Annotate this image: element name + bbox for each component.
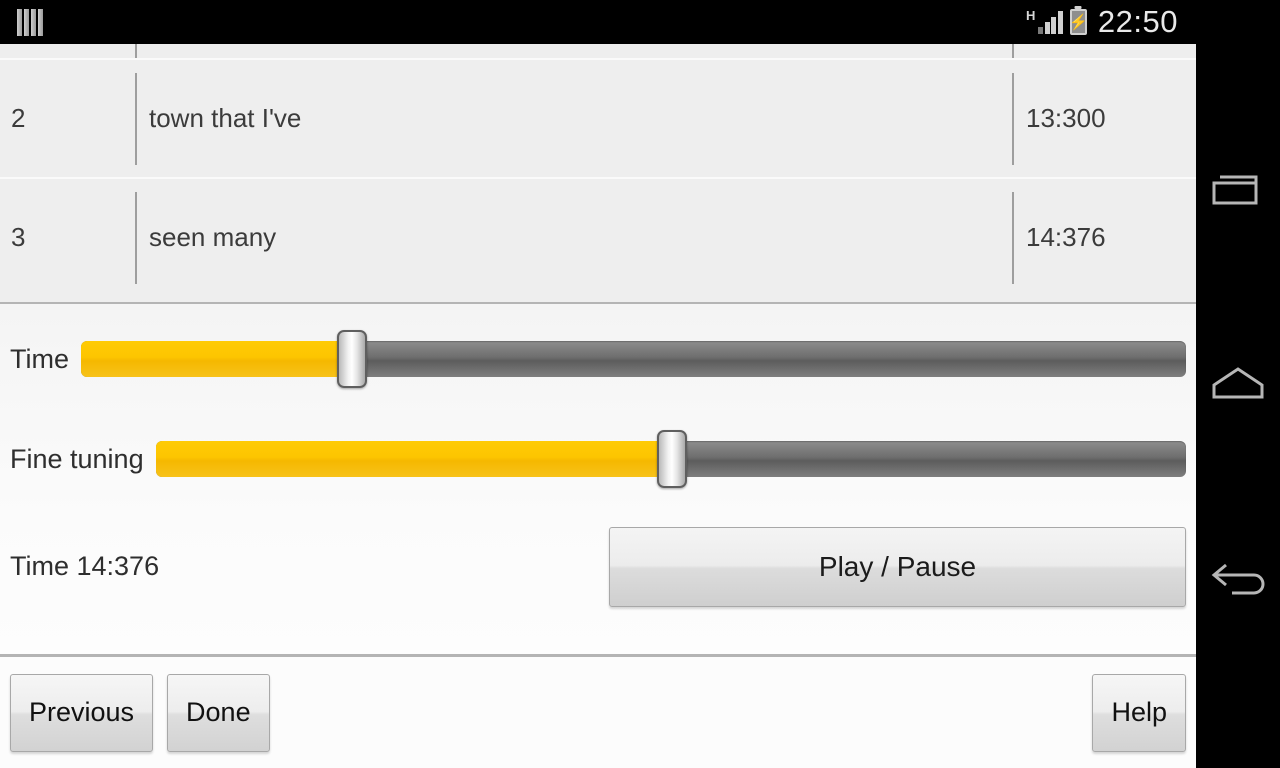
fine-tuning-slider-label: Fine tuning — [10, 443, 144, 474]
playback-controls: Time Fine tuning Time 14:376 Play / Paus… — [0, 304, 1196, 654]
recents-icon[interactable] — [1206, 161, 1270, 215]
sim-card-icon — [17, 8, 43, 36]
bottom-button-bar: Previous Done Help — [0, 657, 1196, 768]
row-text: town that I've — [135, 72, 1012, 165]
signal-bars-icon — [1038, 10, 1063, 34]
navigation-bar — [1196, 0, 1280, 768]
subtitle-table[interactable]: 2 town that I've 13:300 3 seen many 14:3… — [0, 44, 1196, 302]
table-row[interactable] — [0, 44, 1196, 58]
done-button[interactable]: Done — [167, 673, 270, 752]
help-button[interactable]: Help — [1092, 673, 1186, 752]
table-row[interactable]: 2 town that I've 13:300 — [0, 58, 1196, 177]
fine-tuning-slider-thumb[interactable] — [656, 430, 687, 488]
play-row: Time 14:376 Play / Pause — [10, 509, 1196, 624]
fine-tuning-slider-fill — [155, 441, 672, 477]
status-bar: H ⚡ 22:50 — [0, 0, 1196, 44]
previous-button[interactable]: Previous — [10, 673, 154, 752]
status-bar-clock: 22:50 — [1097, 4, 1178, 39]
back-icon[interactable] — [1206, 553, 1270, 607]
play-pause-button[interactable]: Play / Pause — [609, 526, 1186, 607]
battery-bolt-glyph: ⚡ — [1069, 13, 1088, 31]
network-type-label: H — [1026, 8, 1036, 23]
status-bar-right: H ⚡ 22:50 — [1026, 4, 1178, 40]
row-text — [135, 44, 1012, 58]
table-row[interactable]: 3 seen many 14:376 — [0, 177, 1196, 296]
row-timestamp: 13:300 — [1012, 72, 1196, 165]
time-slider-row: Time — [10, 309, 1196, 409]
row-timestamp — [1012, 44, 1196, 58]
time-readout: Time 14:376 — [10, 551, 160, 581]
home-icon[interactable] — [1206, 357, 1270, 411]
battery-charging-icon: ⚡ — [1069, 9, 1088, 35]
time-slider-thumb[interactable] — [336, 330, 367, 388]
fine-tuning-slider-row: Fine tuning — [10, 409, 1196, 509]
time-slider-label: Time — [10, 343, 69, 374]
time-slider[interactable] — [81, 330, 1186, 388]
row-index: 3 — [11, 222, 26, 252]
device-screen: H ⚡ 22:50 2 town that I've 13:300 3 seen… — [0, 0, 1280, 768]
app-content: 2 town that I've 13:300 3 seen many 14:3… — [0, 44, 1196, 768]
time-slider-fill — [81, 341, 352, 377]
row-text: seen many — [135, 191, 1012, 284]
fine-tuning-slider[interactable] — [155, 430, 1186, 488]
row-index: 2 — [11, 103, 26, 133]
row-timestamp: 14:376 — [1012, 191, 1196, 284]
